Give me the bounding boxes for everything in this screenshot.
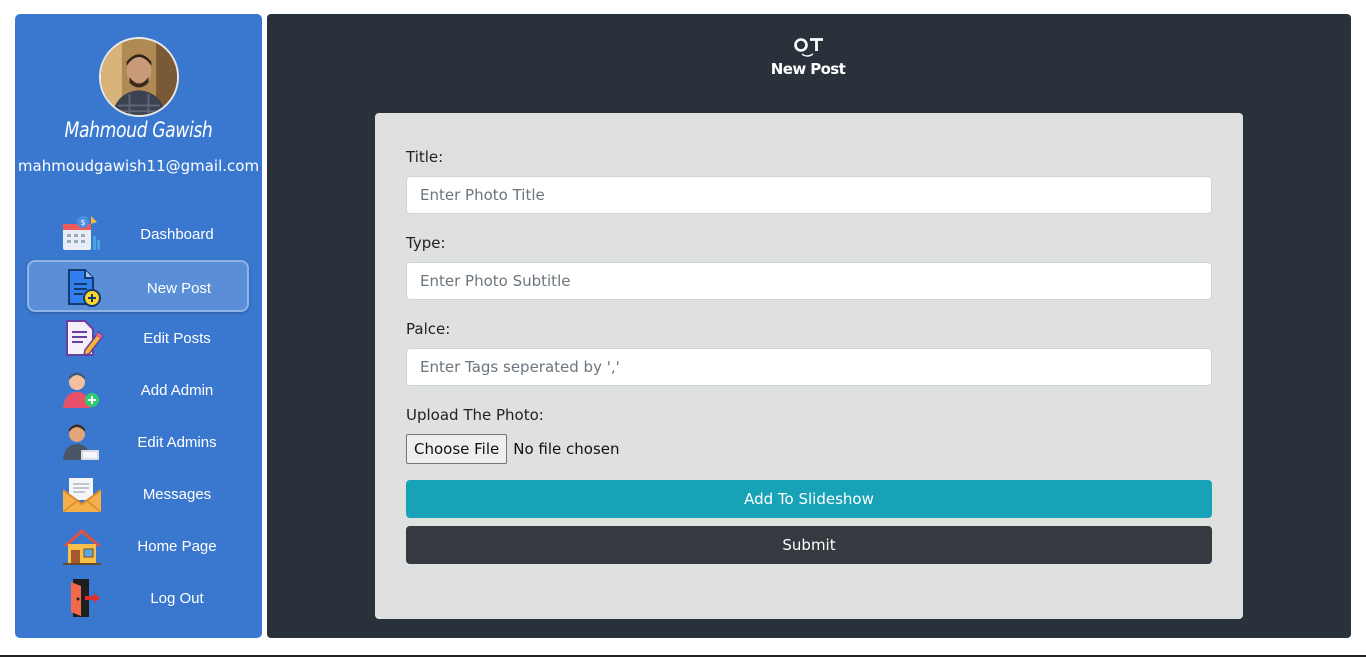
edit-admins-icon — [61, 422, 103, 462]
sidebar: Mahmoud Gawish mahmoudgawish11@gmail.com… — [15, 14, 262, 638]
sidebar-item-edit-posts[interactable]: Edit Posts — [27, 312, 249, 364]
avatar — [99, 37, 179, 117]
sidebar-item-label: Add Admin — [140, 382, 214, 399]
submit-button[interactable]: Submit — [406, 526, 1212, 564]
sidebar-item-add-admin[interactable]: Add Admin — [27, 364, 249, 416]
logo-icon — [794, 38, 823, 57]
sidebar-item-home-page[interactable]: Home Page — [27, 520, 249, 572]
sidebar-item-dashboard[interactable]: $ Dashboard — [27, 208, 249, 260]
profile-name: Mahmoud Gawish — [64, 118, 213, 142]
type-label: Type: — [406, 234, 446, 252]
sidebar-item-label: Edit Admins — [137, 434, 217, 451]
file-upload: Choose File No file chosen — [406, 434, 620, 464]
file-status: No file chosen — [513, 440, 620, 458]
logout-icon — [61, 578, 103, 618]
profile-photo — [101, 39, 177, 115]
sidebar-nav: $ Dashboard New Post Edit Posts Add Admi… — [27, 208, 249, 624]
new-post-icon — [63, 268, 105, 308]
sidebar-item-log-out[interactable]: Log Out — [27, 572, 249, 624]
type-input[interactable] — [406, 262, 1212, 300]
sidebar-item-edit-admins[interactable]: Edit Admins — [27, 416, 249, 468]
sidebar-item-label: Messages — [142, 486, 212, 503]
profile-email: mahmoudgawish11@gmail.com — [17, 157, 260, 175]
page-title: New Post — [770, 60, 846, 78]
main-panel: New Post Title: Type: Palce: Upload The … — [267, 14, 1351, 638]
dashboard-icon: $ — [61, 214, 103, 254]
edit-posts-icon — [61, 318, 103, 358]
place-label: Palce: — [406, 320, 451, 338]
add-to-slideshow-button[interactable]: Add To Slideshow — [406, 480, 1212, 518]
title-label: Title: — [406, 148, 444, 166]
add-admin-icon — [61, 370, 103, 410]
sidebar-item-new-post[interactable]: New Post — [27, 260, 249, 312]
sidebar-item-label: Home Page — [137, 538, 217, 555]
sidebar-item-label: Edit Posts — [143, 330, 211, 347]
upload-label: Upload The Photo: — [406, 406, 544, 424]
home-icon — [61, 526, 103, 566]
sidebar-item-messages[interactable]: Messages — [27, 468, 249, 520]
new-post-form: Title: Type: Palce: Upload The Photo: Ch… — [375, 113, 1243, 619]
messages-icon — [61, 474, 103, 514]
choose-file-button[interactable]: Choose File — [406, 434, 508, 464]
title-input[interactable] — [406, 176, 1212, 214]
sidebar-item-label: Dashboard — [140, 226, 214, 243]
sidebar-item-label: New Post — [146, 280, 212, 297]
sidebar-item-label: Log Out — [150, 590, 204, 607]
svg-text:$: $ — [81, 218, 86, 227]
place-input[interactable] — [406, 348, 1212, 386]
